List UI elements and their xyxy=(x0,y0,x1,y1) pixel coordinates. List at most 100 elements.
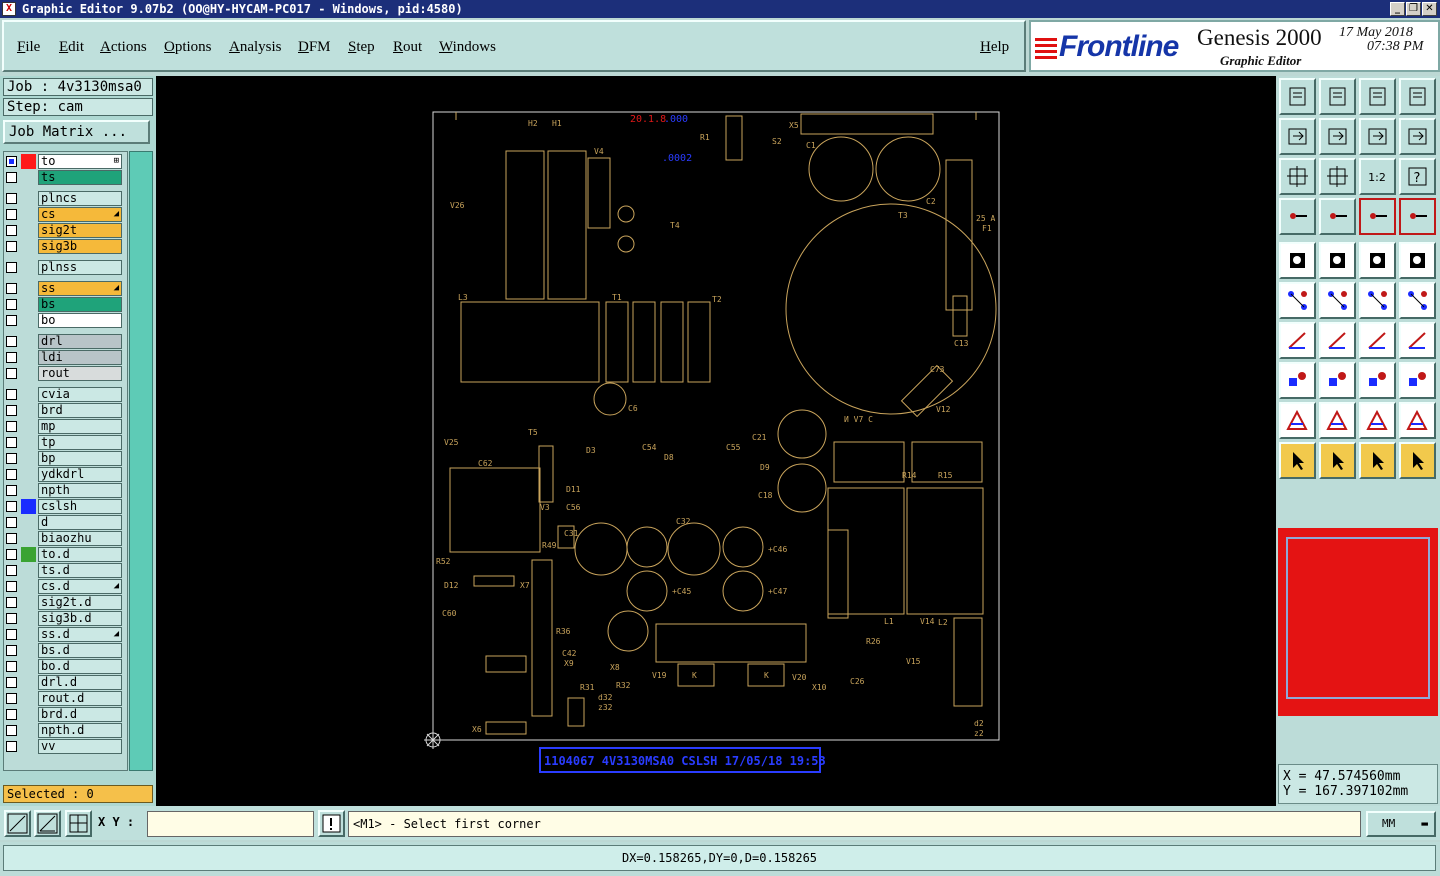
save-button[interactable] xyxy=(1319,78,1356,115)
measure-button[interactable] xyxy=(1279,198,1316,235)
layer-checkbox[interactable] xyxy=(6,469,17,480)
layer-name[interactable]: drl xyxy=(38,334,122,349)
window-split-button[interactable] xyxy=(1399,78,1436,115)
layer-name[interactable]: plnss xyxy=(38,260,122,275)
app-icon[interactable]: X xyxy=(2,2,16,16)
minimize-button[interactable]: _ xyxy=(1390,2,1405,16)
layer-checkbox[interactable] xyxy=(6,581,17,592)
layer-row[interactable]: ss.d ◢ xyxy=(4,627,122,642)
layer-name[interactable]: sig2t xyxy=(38,223,122,238)
scale-1-2-button[interactable]: 1:2 xyxy=(1359,158,1396,195)
layer-checkbox[interactable] xyxy=(6,262,17,273)
pointer-active-button[interactable] xyxy=(1359,442,1396,479)
layer-name[interactable]: ldi xyxy=(38,350,122,365)
layer-color-swatch[interactable] xyxy=(21,579,36,594)
pointer-frame-button[interactable] xyxy=(1319,442,1356,479)
layer-color-swatch[interactable] xyxy=(21,451,36,466)
layer-checkbox[interactable] xyxy=(6,613,17,624)
layer-color-swatch[interactable] xyxy=(21,611,36,626)
layer-checkbox[interactable] xyxy=(6,225,17,236)
layer-row[interactable]: rout.d xyxy=(4,691,122,706)
layer-checkbox[interactable] xyxy=(6,741,17,752)
layer-color-swatch[interactable] xyxy=(21,170,36,185)
layer-name[interactable]: bs xyxy=(38,297,122,312)
layer-name[interactable]: drl.d xyxy=(38,675,122,690)
layer-row[interactable]: sig3b xyxy=(4,239,122,254)
layer-color-swatch[interactable] xyxy=(21,191,36,206)
layer-color-swatch[interactable] xyxy=(21,515,36,530)
layer-color-swatch[interactable] xyxy=(21,467,36,482)
pointer-button[interactable] xyxy=(1279,442,1316,479)
layer-row[interactable]: ydkdrl xyxy=(4,467,122,482)
layer-row[interactable]: mp xyxy=(4,419,122,434)
layer-checkbox[interactable] xyxy=(6,693,17,704)
layer-name[interactable]: bo.d xyxy=(38,659,122,674)
menu-actions[interactable]: Actions xyxy=(100,39,147,56)
layer-checkbox[interactable] xyxy=(6,283,17,294)
zoom-center-button[interactable] xyxy=(1319,158,1356,195)
layer-row[interactable]: brd xyxy=(4,403,122,418)
layer-checkbox[interactable] xyxy=(6,453,17,464)
layer-scrollbar[interactable] xyxy=(129,151,153,771)
layer-row[interactable]: sig2t xyxy=(4,223,122,238)
mirror-button[interactable] xyxy=(1399,322,1436,359)
rotate-button[interactable] xyxy=(1359,322,1396,359)
layer-row[interactable]: npth.d xyxy=(4,723,122,738)
layer-name[interactable]: bp xyxy=(38,451,122,466)
export-button[interactable] xyxy=(1319,118,1356,155)
layer-color-swatch[interactable] xyxy=(21,659,36,674)
layer-name[interactable]: sig2t.d xyxy=(38,595,122,610)
layer-row[interactable]: tp xyxy=(4,435,122,450)
layers-active-button[interactable] xyxy=(1399,198,1436,235)
close-button[interactable]: ✕ xyxy=(1422,2,1437,16)
layer-color-swatch[interactable] xyxy=(21,207,36,222)
layer-name[interactable]: biaozhu xyxy=(38,531,122,546)
layer-color-swatch[interactable] xyxy=(21,334,36,349)
layer-row[interactable]: rout xyxy=(4,366,122,381)
layer-name[interactable]: ss ◢ xyxy=(38,281,122,296)
layer-color-swatch[interactable] xyxy=(21,723,36,738)
layer-name[interactable]: sig3b xyxy=(38,239,122,254)
layer-row[interactable]: vv xyxy=(4,739,122,754)
layer-name[interactable]: sig3b.d xyxy=(38,611,122,626)
layer-name[interactable]: to.d xyxy=(38,547,122,562)
layer-row[interactable]: ldi xyxy=(4,350,122,365)
layer-row[interactable]: cslsh xyxy=(4,499,122,514)
layer-row[interactable]: plncs xyxy=(4,191,122,206)
layer-name[interactable]: cvia xyxy=(38,387,122,402)
info-icon[interactable] xyxy=(318,810,345,837)
layer-checkbox[interactable] xyxy=(6,725,17,736)
layer-checkbox[interactable] xyxy=(6,299,17,310)
layer-color-swatch[interactable] xyxy=(21,483,36,498)
menu-rout[interactable]: Rout xyxy=(393,39,422,56)
line-node-button[interactable] xyxy=(1359,282,1396,319)
layer-checkbox[interactable] xyxy=(6,533,17,544)
layer-color-swatch[interactable] xyxy=(21,643,36,658)
layer-checkbox[interactable] xyxy=(6,405,17,416)
layer-checkbox[interactable] xyxy=(6,241,17,252)
layer-checkbox[interactable] xyxy=(6,352,17,363)
layer-row[interactable]: drl xyxy=(4,334,122,349)
layer-row[interactable]: plnss xyxy=(4,260,122,275)
layer-checkbox[interactable] xyxy=(6,709,17,720)
layer-checkbox[interactable] xyxy=(6,368,17,379)
layer-color-swatch[interactable] xyxy=(21,499,36,514)
layer-checkbox[interactable] xyxy=(6,485,17,496)
job-matrix-button[interactable]: Job Matrix ... xyxy=(3,120,150,144)
layer-checkbox[interactable] xyxy=(6,517,17,528)
pad-group-button[interactable] xyxy=(1399,362,1436,399)
layer-checkbox[interactable] xyxy=(6,629,17,640)
angle-snap-icon[interactable] xyxy=(34,810,61,837)
menu-file[interactable]: File xyxy=(17,39,40,56)
layer-name[interactable]: rout xyxy=(38,366,122,381)
restore-button[interactable]: ❐ xyxy=(1406,2,1421,16)
layer-checkbox[interactable] xyxy=(6,209,17,220)
layer-row[interactable]: ss ◢ xyxy=(4,281,122,296)
layer-name[interactable]: bs.d xyxy=(38,643,122,658)
layer-color-swatch[interactable] xyxy=(21,435,36,450)
layer-color-swatch[interactable] xyxy=(21,531,36,546)
layer-color-swatch[interactable] xyxy=(21,403,36,418)
xy-input[interactable] xyxy=(147,811,314,837)
layer-name[interactable]: ss.d ◢ xyxy=(38,627,122,642)
triangle-button[interactable] xyxy=(1279,402,1316,439)
